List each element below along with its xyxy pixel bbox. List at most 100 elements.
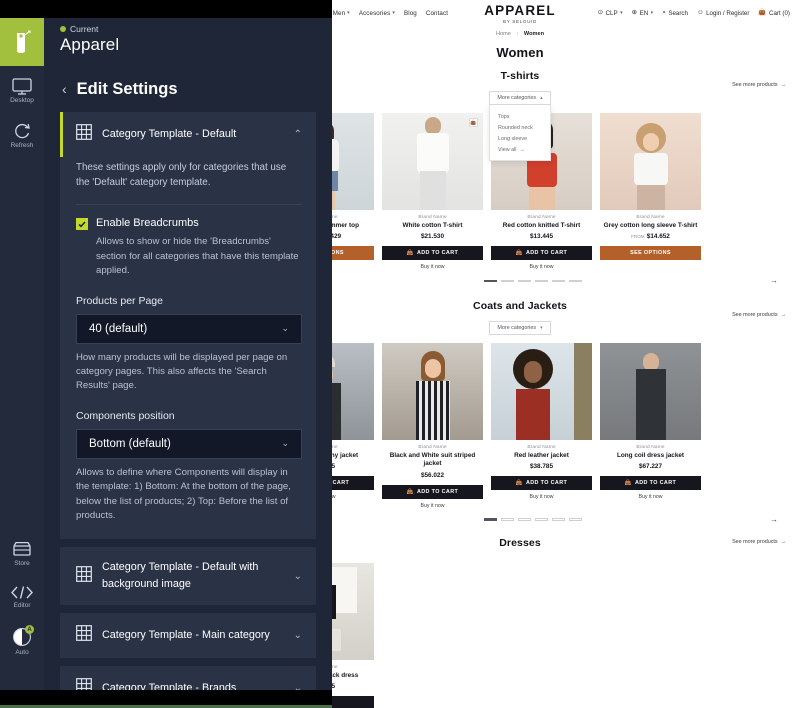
see-more-products-tshirts[interactable]: See more products → [732, 82, 786, 88]
accordion-description: These settings apply only for categories… [76, 162, 287, 188]
carousel-next-arrow-icon[interactable]: → [770, 276, 778, 285]
dropdown-item-long-sleeve[interactable]: Long sleeve [490, 133, 550, 144]
carousel-dot[interactable] [552, 518, 565, 521]
product-card[interactable]: Brand Name Black and White suit striped … [382, 343, 483, 509]
products-per-page-select[interactable]: 40 (default) ⌄ [76, 313, 302, 344]
accordion-header[interactable]: Category Template - Brands ⌄ [60, 666, 316, 690]
arrow-right-icon: → [780, 312, 786, 319]
grid-icon [76, 624, 92, 646]
buy-it-now-link[interactable]: Buy it now [600, 494, 701, 500]
carousel-dot[interactable] [569, 279, 582, 283]
breadcrumbs-checkbox[interactable] [76, 218, 88, 231]
carousel-dot[interactable] [569, 518, 582, 521]
components-position-field: Components position Bottom (default) ⌄ A… [76, 410, 302, 524]
buy-it-now-link[interactable]: Buy it now [491, 494, 592, 500]
rail-item-editor[interactable]: Editor [0, 585, 44, 609]
see-more-products-dresses[interactable]: See more products → [732, 539, 786, 545]
product-price: $56.022 [382, 472, 483, 479]
rail-label: Store [14, 560, 30, 567]
carousel-dot[interactable] [484, 518, 497, 521]
more-categories-label: More categories [497, 95, 537, 101]
rail-item-store[interactable]: Store [0, 541, 44, 567]
product-card[interactable]: Brand Name Grey cotton long sleeve T-shi… [600, 113, 701, 270]
more-categories-button[interactable]: More categories ▾ [489, 321, 551, 336]
carousel-dot[interactable] [535, 518, 548, 521]
product-brand: Brand Name [418, 215, 447, 220]
grid-icon [76, 565, 92, 587]
product-card[interactable]: Brand Name Red leather jacket $38.785 👜 A… [491, 343, 592, 508]
add-to-cart-button[interactable]: 👜ADD TO CART [382, 246, 483, 261]
status-dot-icon [60, 26, 66, 32]
product-card[interactable]: Brand Name Long coil dress jacket $67.22… [600, 343, 701, 508]
product-price: $13.445 [491, 233, 592, 240]
bag-icon: 👜 [515, 480, 523, 487]
login-register-link[interactable]: ☺ Login / Register [697, 9, 749, 16]
cart-button[interactable]: 👜 Cart (0) [758, 9, 790, 16]
add-to-cart-button[interactable]: 👜ADD TO CART [491, 476, 592, 491]
carousel-next-arrow-icon[interactable]: → [770, 515, 778, 524]
language-selector[interactable]: ⊕ EN ▾ [632, 9, 654, 16]
rail-item-auto[interactable]: A Auto [0, 625, 44, 656]
enable-breadcrumbs-row[interactable]: Enable Breadcrumbs [76, 217, 302, 231]
cta-label: SEE OPTIONS [630, 250, 671, 257]
carousel-dot[interactable] [535, 279, 548, 283]
breadcrumb-home[interactable]: Home [496, 31, 511, 37]
product-price: $21.530 [382, 233, 483, 240]
add-to-cart-button[interactable]: 👜ADD TO CART [491, 246, 592, 261]
nav-item-men[interactable]: Men ▾ [333, 10, 350, 17]
status-label: Current [70, 24, 99, 34]
accordion-title: Category Template - Brands [102, 681, 237, 690]
field-label: Products per Page [76, 294, 163, 307]
rail-items-bottom: Store Editor A Auto [0, 541, 44, 656]
chevron-left-icon[interactable]: ‹ [62, 82, 67, 96]
accordion-header[interactable]: Category Template - Default with backgro… [60, 547, 316, 604]
see-more-products-coats[interactable]: See more products → [732, 312, 786, 318]
accordion-header[interactable]: Category Template - Default ⌃ [60, 112, 316, 157]
rail-label: Auto [15, 649, 29, 656]
carousel-dot[interactable] [518, 279, 531, 283]
editor-settings-panel: Current Apparel ‹ Edit Settings Category [44, 18, 332, 690]
product-name: Long coil dress jacket [616, 452, 685, 460]
dropdown-item-rounded-neck[interactable]: Rounded neck [490, 122, 550, 133]
field-label: Components position [76, 409, 175, 422]
see-options-button[interactable]: SEE OPTIONS [600, 246, 701, 261]
price-tag-logo[interactable] [0, 18, 44, 66]
accordion-title: Category Template - Default with backgro… [102, 561, 259, 591]
accordion-title: Category Template - Default [102, 128, 237, 141]
carousel-dots [484, 279, 582, 283]
product-card[interactable]: 👜 Brand Name White cotton T-shirt $21.53… [382, 113, 483, 270]
carousel-dot[interactable] [501, 279, 514, 283]
product-brand: Brand Name [527, 215, 556, 220]
product-brand: Brand Name [636, 445, 665, 451]
accordion-header[interactable]: Category Template - Main category ⌄ [60, 613, 316, 658]
add-to-cart-button[interactable]: 👜ADD TO CART [600, 476, 701, 491]
rail-item-desktop[interactable]: Desktop [0, 78, 44, 104]
nav-item-contact[interactable]: Contact [426, 10, 448, 17]
components-position-select[interactable]: Bottom (default) ⌄ [76, 428, 302, 459]
carousel-dot[interactable] [484, 279, 497, 283]
nav-item-blog[interactable]: Blog [404, 10, 417, 17]
carousel-dot[interactable] [552, 279, 565, 283]
carousel-dot[interactable] [518, 518, 531, 521]
utility-navigation: ⊙ CLP ▾ ⊕ EN ▾ ⌕ Search ☺ Login / Register 👜 Ca… [598, 0, 790, 26]
breadcrumbs-label: Enable Breadcrumbs [96, 217, 199, 230]
rail-item-refresh[interactable]: Refresh [0, 122, 44, 149]
add-to-cart-button[interactable]: 👜ADD TO CART [382, 484, 483, 499]
nav-item-accesories[interactable]: Accesories ▾ [359, 10, 395, 17]
carousel-dot[interactable] [501, 518, 514, 521]
dropdown-item-tops[interactable]: Tops [490, 111, 550, 122]
settings-accordion-list: Category Template - Default ⌃ These sett… [44, 112, 332, 690]
dropdown-item-view-all[interactable]: View all → [490, 144, 550, 155]
select-value: 40 (default) [89, 322, 148, 335]
price-value: $67.227 [638, 463, 663, 471]
code-icon [11, 586, 33, 599]
editor-panel-header: Current Apparel [44, 18, 332, 66]
currency-selector[interactable]: ⊙ CLP ▾ [598, 9, 623, 16]
buy-it-now-link[interactable]: Buy it now [382, 264, 483, 270]
more-categories-button[interactable]: More categories ▴ [489, 91, 551, 105]
buy-it-now-link[interactable]: Buy it now [382, 503, 483, 509]
accordion-category-template-brands: Category Template - Brands ⌄ [60, 665, 316, 690]
search-button[interactable]: ⌕ Search [662, 9, 688, 16]
arrow-right-icon: → [780, 82, 786, 88]
buy-it-now-link[interactable]: Buy it now [491, 264, 592, 270]
